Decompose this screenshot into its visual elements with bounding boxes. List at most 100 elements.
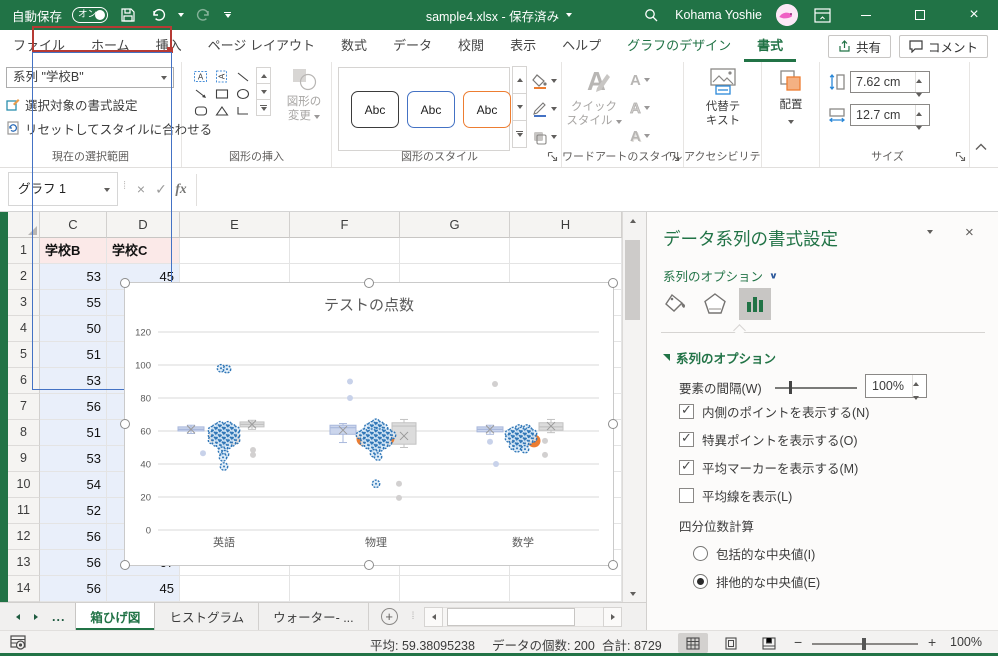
cell-H14[interactable] [510, 576, 622, 602]
prev-sheet-icon[interactable] [16, 613, 20, 620]
row-header-4[interactable]: 4 [8, 316, 40, 342]
y-tick-100[interactable]: 100 [135, 361, 151, 372]
shape-style-orange[interactable]: Abc [463, 91, 511, 128]
outlier-point[interactable] [347, 378, 353, 385]
cell-C3[interactable]: 55 [40, 290, 107, 316]
shape-scroll-down[interactable] [256, 83, 271, 100]
insert-function-icon[interactable]: fx [172, 178, 190, 200]
zoom-level[interactable]: 100% [950, 635, 982, 649]
y-tick-0[interactable]: 0 [146, 526, 151, 537]
cell-D14[interactable]: 45 [107, 576, 180, 602]
ribbon-tab-9[interactable]: グラフのデザイン [614, 30, 744, 62]
outlier-point[interactable] [487, 438, 493, 445]
hscroll-thumb[interactable] [447, 608, 575, 626]
alt-text-button[interactable]: 代替テ キスト [684, 68, 762, 128]
x-category-1[interactable]: 物理 [365, 535, 387, 549]
chart-handle-tm[interactable] [364, 278, 374, 288]
cell-G1[interactable] [400, 238, 510, 264]
vertical-scrollbar[interactable] [622, 212, 642, 602]
radio-0[interactable] [693, 545, 708, 561]
quick-access-overflow-icon[interactable] [224, 12, 232, 18]
pane-section-selector[interactable]: 系列のオプション ∨ [663, 266, 778, 285]
sheet-tab-1[interactable]: ヒストグラム [155, 603, 260, 630]
chart-element-dropdown[interactable]: 系列 "学校B" [6, 67, 174, 88]
rounded-rect-shape-icon[interactable] [190, 102, 211, 119]
zoom-in-icon[interactable]: + [928, 634, 936, 650]
column-header-E[interactable]: E [180, 212, 290, 238]
rectangle-shape-icon[interactable] [211, 85, 232, 102]
name-box[interactable]: グラフ 1 [8, 172, 118, 206]
checkbox-row-3[interactable]: 平均線を表示(L) [679, 486, 792, 504]
macro-record-icon[interactable] [10, 635, 27, 654]
undo-dropdown-icon[interactable] [178, 13, 185, 17]
outlier-point[interactable] [492, 380, 498, 387]
horizontal-scrollbar[interactable] [424, 607, 622, 627]
select-all-corner[interactable] [8, 212, 40, 238]
row-header-7[interactable]: 7 [8, 394, 40, 420]
pane-close-icon[interactable]: × [965, 224, 974, 241]
wordart-dialog-launcher[interactable] [669, 151, 680, 162]
document-title[interactable]: sample4.xlsx - 保存済み [426, 6, 559, 25]
autosave-toggle[interactable]: オン [72, 7, 109, 23]
pane-dropdown-icon[interactable] [927, 230, 933, 234]
shape-gallery-more[interactable] [256, 99, 271, 116]
search-icon[interactable] [641, 5, 661, 25]
formula-input[interactable] [197, 172, 991, 206]
hscroll-right-button[interactable] [603, 607, 622, 627]
triangle-shape-icon[interactable] [211, 102, 232, 119]
cell-C12[interactable]: 56 [40, 524, 107, 550]
cell-C1[interactable]: 学校B [40, 238, 107, 264]
status-average[interactable]: 平均: 59.38095238 [370, 635, 475, 654]
cell-E1[interactable] [180, 238, 290, 264]
row-header-12[interactable]: 12 [8, 524, 40, 550]
collapse-ribbon-icon[interactable] [974, 140, 988, 154]
y-tick-80[interactable]: 80 [140, 394, 151, 405]
status-sum[interactable]: 合計: 8729 [602, 635, 662, 654]
page-break-view-button[interactable] [754, 633, 784, 653]
checkbox-row-2[interactable]: 平均マーカーを表示する(M) [679, 458, 858, 476]
cell-C8[interactable]: 51 [40, 420, 107, 446]
undo-icon[interactable] [148, 5, 168, 25]
row-header-1[interactable]: 1 [8, 238, 40, 264]
cell-C13[interactable]: 56 [40, 550, 107, 576]
ribbon-tab-5[interactable]: データ [380, 30, 445, 62]
ribbon-tab-8[interactable]: ヘルプ [549, 30, 614, 62]
shape-height-field[interactable]: 7.62 cm [850, 71, 930, 97]
row-header-3[interactable]: 3 [8, 290, 40, 316]
cell-H1[interactable] [510, 238, 622, 264]
checkbox-2[interactable] [679, 458, 694, 475]
cell-F14[interactable] [290, 576, 400, 602]
shape-outline-button[interactable] [532, 95, 557, 123]
minimize-button[interactable] [846, 0, 886, 30]
tab-scroll-splitter[interactable]: ⁞ [412, 611, 415, 622]
chart-object[interactable]: 0 20 40 60 80 100 120 テストの点数 英語 物理 数学 [120, 278, 618, 570]
line-shape-icon[interactable] [232, 68, 253, 85]
style-scroll-down[interactable] [512, 93, 527, 121]
next-sheet-icon[interactable] [34, 613, 38, 620]
gap-width-slider-handle[interactable] [789, 381, 792, 394]
row-header-9[interactable]: 9 [8, 446, 40, 472]
outlier-point[interactable] [347, 395, 353, 401]
close-button[interactable]: × [954, 0, 994, 30]
normal-view-button[interactable] [678, 633, 708, 653]
cell-C7[interactable]: 56 [40, 394, 107, 420]
ribbon-display-options-icon[interactable] [812, 5, 832, 25]
comment-button[interactable]: コメント [898, 34, 988, 58]
cell-C14[interactable]: 56 [40, 576, 107, 602]
size-dialog-launcher[interactable] [955, 151, 966, 162]
y-tick-60[interactable]: 60 [140, 427, 151, 438]
row-header-10[interactable]: 10 [8, 472, 40, 498]
checkbox-row-0[interactable]: 内側のポイントを表示する(N) [679, 402, 869, 420]
cell-D1[interactable]: 学校C [107, 238, 180, 264]
ribbon-tab-3[interactable]: ページ レイアウト [195, 30, 328, 62]
arrow-shape-icon[interactable] [190, 85, 211, 102]
row-header-14[interactable]: 14 [8, 576, 40, 602]
outlier-point[interactable] [493, 461, 499, 467]
ribbon-tab-2[interactable]: 挿入 [143, 30, 195, 62]
style-scroll-up[interactable] [512, 66, 527, 94]
sheet-tab-0[interactable]: 箱ひげ図 [75, 603, 156, 630]
ribbon-tab-4[interactable]: 数式 [328, 30, 380, 62]
shape-scroll-up[interactable] [256, 67, 271, 84]
elbow-connector-icon[interactable] [232, 102, 253, 119]
format-selection-button[interactable]: 選択対象の書式設定 [6, 94, 138, 114]
